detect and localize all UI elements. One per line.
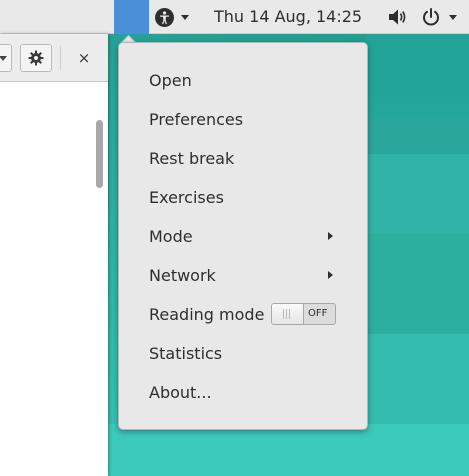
menu-item-label: Preferences xyxy=(149,110,244,129)
toggle-grip xyxy=(286,309,287,319)
clock[interactable]: Thu 14 Aug, 14:25 xyxy=(214,0,362,34)
menu-item-label: Rest break xyxy=(149,149,235,168)
view-dropdown-button[interactable] xyxy=(0,44,12,72)
menu-item-label: Network xyxy=(149,266,216,285)
activities-indicator[interactable] xyxy=(114,0,149,34)
menu-item-mode[interactable]: Mode xyxy=(119,217,367,256)
wallpaper-facet xyxy=(365,120,469,154)
toggle-state-label: OFF xyxy=(308,308,328,319)
accessibility-icon xyxy=(155,7,174,27)
scrollbar-thumb[interactable] xyxy=(96,120,103,188)
submenu-arrow-icon xyxy=(328,271,333,279)
top-bar: Thu 14 Aug, 14:25 xyxy=(0,0,469,34)
menu-item-label: Statistics xyxy=(149,344,223,363)
menu-item-label: Open xyxy=(149,71,192,90)
menu-item-label: Mode xyxy=(149,227,193,246)
menu-item-statistics[interactable]: Statistics xyxy=(119,334,367,373)
accessibility-menu-button[interactable] xyxy=(155,3,205,31)
menu-item-exercises[interactable]: Exercises xyxy=(119,178,367,217)
wallpaper-facet xyxy=(365,34,469,94)
menu-item-label: About... xyxy=(149,383,212,402)
toolbar-separator xyxy=(60,46,61,70)
indicator-popup-menu: Open Preferences Rest break Exercises Mo… xyxy=(118,42,368,430)
reading-mode-toggle[interactable]: OFF xyxy=(271,303,336,325)
menu-item-about[interactable]: About... xyxy=(119,373,367,412)
menu-item-label: Reading mode xyxy=(149,305,265,324)
menu-item-preferences[interactable]: Preferences xyxy=(119,100,367,139)
wallpaper-facet xyxy=(365,234,469,334)
volume-icon xyxy=(389,9,406,25)
gear-icon xyxy=(28,50,44,66)
wallpaper-facet xyxy=(365,154,469,234)
system-status-menu[interactable] xyxy=(386,3,466,31)
submenu-arrow-icon xyxy=(328,232,333,240)
menu-item-reading-mode[interactable]: Reading mode OFF xyxy=(119,295,367,334)
menu-item-rest-break[interactable]: Rest break xyxy=(119,139,367,178)
chevron-down-icon xyxy=(449,14,457,20)
toggle-grip xyxy=(289,309,290,319)
close-icon: × xyxy=(77,49,91,67)
app-window: × xyxy=(0,34,108,476)
close-button[interactable]: × xyxy=(72,44,96,72)
power-icon xyxy=(423,8,439,26)
toggle-knob[interactable] xyxy=(272,304,304,324)
menu-item-network[interactable]: Network xyxy=(119,256,367,295)
menu-item-label: Exercises xyxy=(149,188,224,207)
app-toolbar: × xyxy=(0,34,108,82)
chevron-down-icon xyxy=(181,14,189,20)
wallpaper-facet xyxy=(108,424,469,476)
menu-item-open[interactable]: Open xyxy=(119,61,367,100)
settings-button[interactable] xyxy=(20,44,52,72)
toggle-grip xyxy=(283,309,284,319)
chevron-down-icon xyxy=(0,56,7,61)
